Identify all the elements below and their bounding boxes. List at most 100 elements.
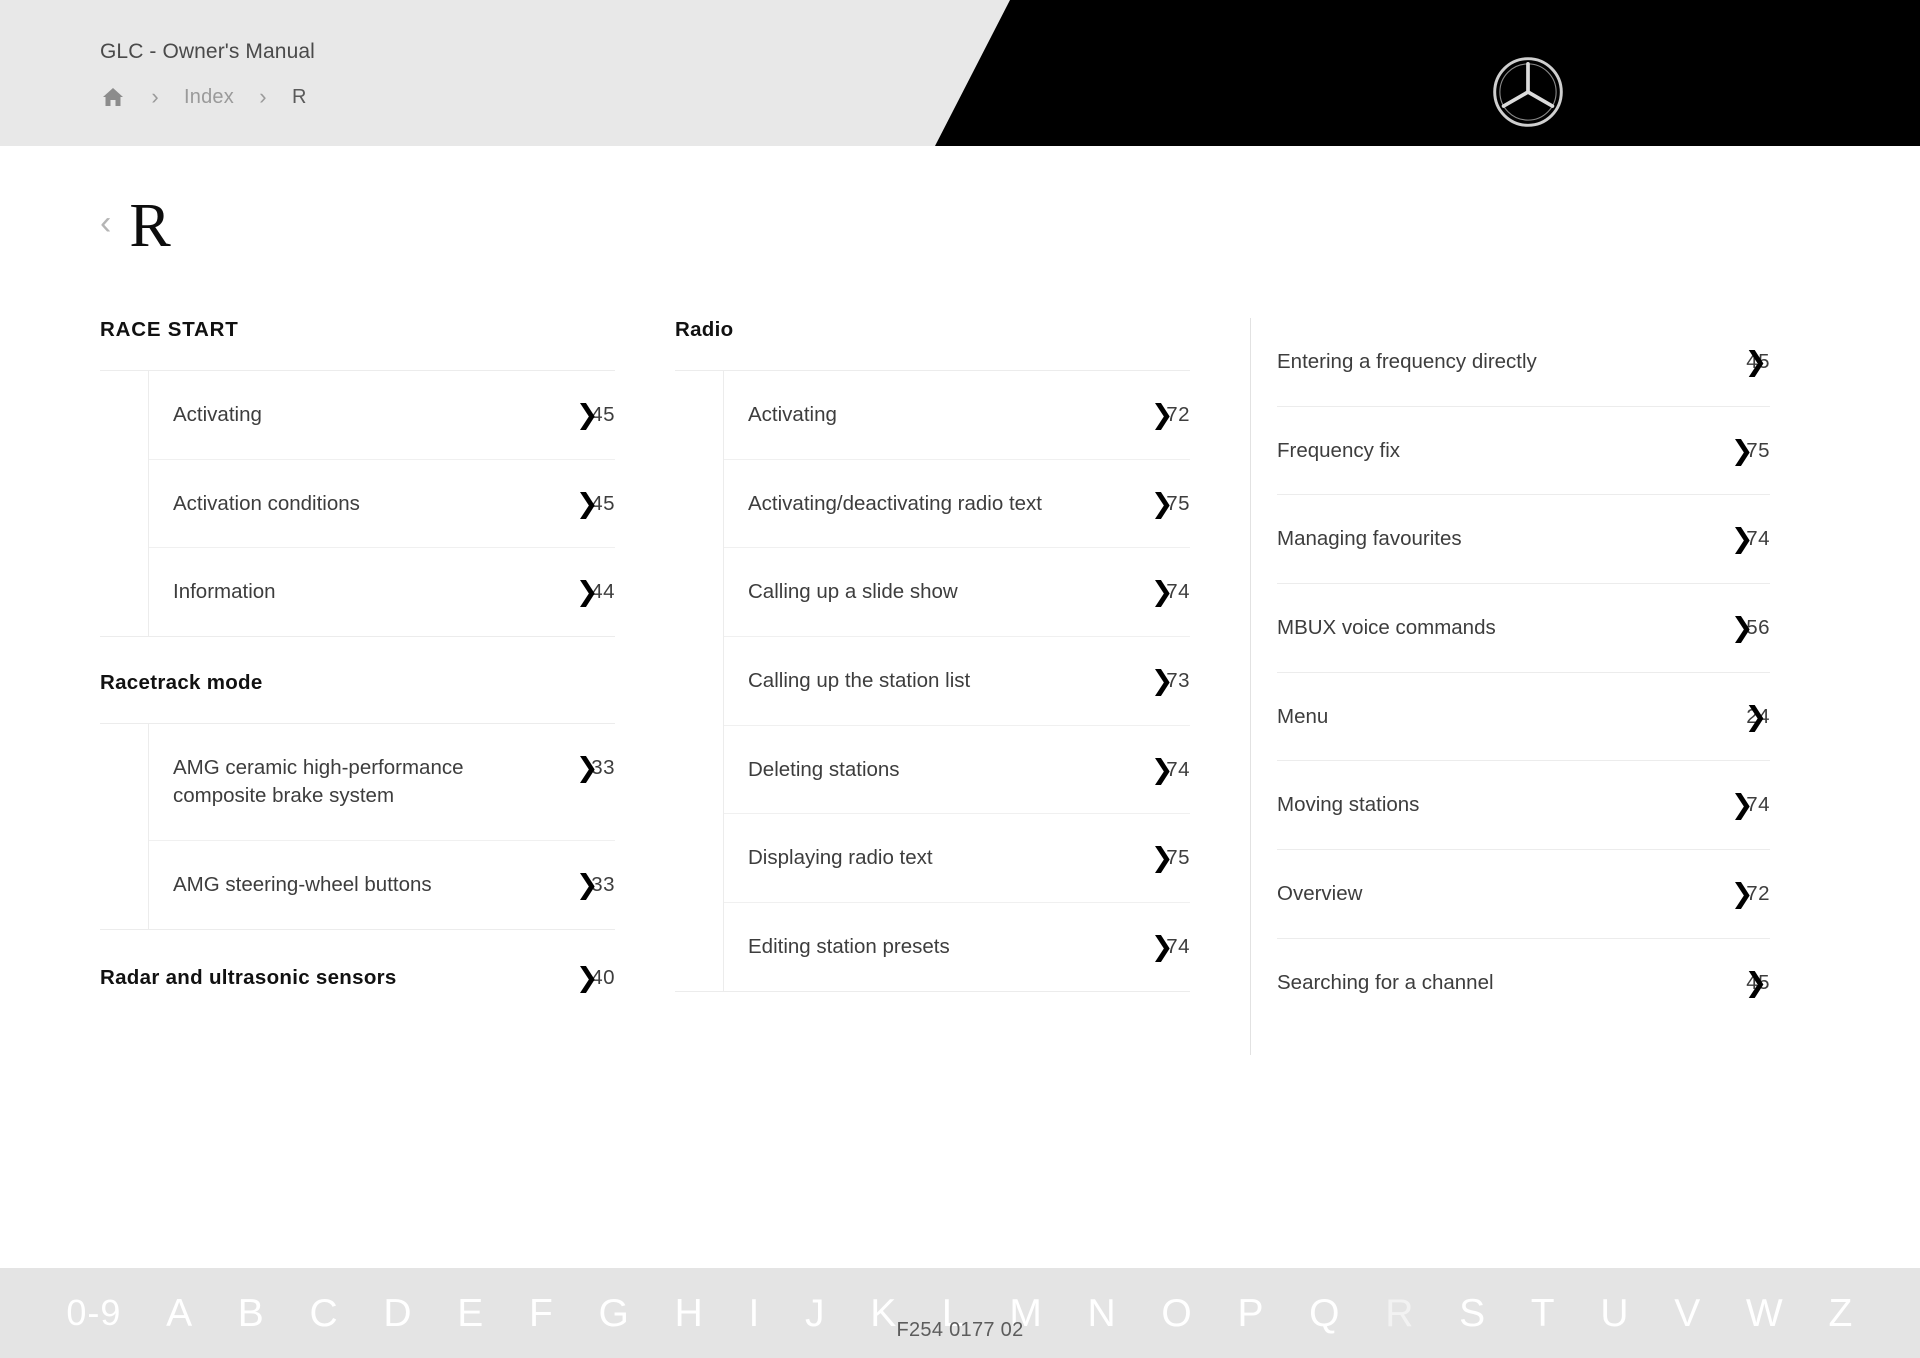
index-entry[interactable]: Managing favourites 74 ❯	[1277, 495, 1770, 585]
page-reference[interactable]: 40 ❯	[563, 964, 615, 992]
index-entry[interactable]: Activating/deactivating radio text 75 ❯	[724, 460, 1190, 549]
alphabet-nav-item-a[interactable]: A	[166, 1294, 193, 1333]
index-group-title[interactable]: Racetrack mode	[100, 671, 615, 723]
alphabet-nav-item-w[interactable]: W	[1746, 1294, 1784, 1333]
alphabet-nav-item-o[interactable]: O	[1161, 1294, 1192, 1333]
page-reference[interactable]: 33 ❯	[563, 754, 615, 782]
index-group-title[interactable]: Radio	[675, 318, 1190, 370]
page-reference[interactable]: 33 ❯	[563, 871, 615, 899]
index-column-3: Entering a frequency directly 45 ❯ Frequenc…	[1250, 318, 1825, 1055]
alphabet-nav-item-t[interactable]: T	[1531, 1294, 1556, 1333]
page-reference[interactable]: 74 ❯	[1718, 525, 1770, 553]
page-reference[interactable]: 75 ❯	[1138, 490, 1190, 518]
header-black-panel	[935, 0, 1920, 146]
page-reference[interactable]: 44 ❯	[563, 578, 615, 606]
manual-title: GLC - Owner's Manual	[100, 40, 315, 63]
alphabet-nav-item-09[interactable]: 0-9	[66, 1295, 121, 1331]
index-entry[interactable]: Information 44 ❯	[149, 548, 615, 636]
index-entry-label: Frequency fix	[1277, 438, 1401, 462]
home-icon[interactable]	[100, 84, 126, 110]
alphabet-nav-item-i[interactable]: I	[748, 1294, 760, 1333]
chevron-right-icon: ❯	[575, 488, 599, 519]
alphabet-nav-item-c[interactable]: C	[310, 1294, 339, 1333]
chevron-right-icon: ❯	[1730, 789, 1754, 821]
index-entry-label: Overview	[1277, 882, 1363, 906]
alphabet-nav-bar[interactable]: 0-9 A B C D E F G H I J K L M N O P Q R S T U V W Z	[0, 1268, 1920, 1358]
index-entry[interactable]: Deleting stations 74 ❯	[724, 726, 1190, 815]
page-reference[interactable]: 24 ❯	[1740, 703, 1770, 731]
alphabet-nav-item-z[interactable]: Z	[1828, 1294, 1853, 1333]
page-reference[interactable]: 74 ❯	[1138, 933, 1190, 961]
index-entry-label: Calling up the station list	[748, 669, 971, 693]
breadcrumb: › Index › R	[100, 80, 307, 114]
index-entry[interactable]: Moving stations 74 ❯	[1277, 761, 1770, 851]
alphabet-nav-item-h[interactable]: H	[675, 1294, 704, 1333]
alphabet-nav-item-n[interactable]: N	[1088, 1294, 1117, 1333]
breadcrumb-separator-2: ›	[259, 84, 267, 109]
index-entry[interactable]: Searching for a channel 45 ❯	[1277, 939, 1770, 1027]
index-entry[interactable]: Activation conditions 45 ❯	[149, 460, 615, 549]
index-entry[interactable]: MBUX voice commands 56 ❯	[1277, 584, 1770, 673]
alphabet-nav-item-q[interactable]: Q	[1309, 1294, 1340, 1333]
chevron-right-icon: ❯	[1150, 842, 1174, 874]
chevron-right-icon: ❯	[1744, 701, 1768, 733]
alphabet-nav-item-v[interactable]: V	[1674, 1294, 1701, 1333]
index-entry[interactable]: AMG steering-wheel buttons 33 ❯	[149, 841, 615, 929]
alphabet-nav-item-p[interactable]: P	[1237, 1294, 1264, 1333]
index-entry[interactable]: Displaying radio text 75 ❯	[724, 814, 1190, 904]
index-entry[interactable]: Menu 24 ❯	[1277, 673, 1770, 762]
page-reference[interactable]: 75 ❯	[1718, 437, 1770, 465]
index-columns: RACE START Activating 45 ❯ Activation condit…	[100, 318, 1825, 1055]
index-entry[interactable]: Frequency fix 75 ❯	[1277, 407, 1770, 496]
page-reference[interactable]: 45 ❯	[1740, 348, 1770, 376]
page-reference[interactable]: 72 ❯	[1718, 880, 1770, 908]
index-entry[interactable]: Activating 72 ❯	[724, 371, 1190, 460]
index-sublist-inner: Activating 72 ❯ Activating/deactivating rad…	[723, 371, 1190, 992]
page-reference[interactable]: 74 ❯	[1718, 791, 1770, 819]
page-reference[interactable]: 73 ❯	[1138, 667, 1190, 695]
index-entry-label: Moving stations	[1277, 793, 1420, 817]
page-reference[interactable]: 45 ❯	[563, 490, 615, 518]
chevron-right-icon: ❯	[575, 752, 599, 784]
page-reference[interactable]: 56 ❯	[1718, 614, 1770, 642]
page-reference[interactable]: 45 ❯	[563, 401, 615, 429]
alphabet-nav-item-f[interactable]: F	[529, 1294, 554, 1333]
chevron-right-icon: ❯	[1730, 878, 1754, 910]
index-entry[interactable]: Calling up the station list 73 ❯	[724, 637, 1190, 726]
breadcrumb-item-index[interactable]: Index	[184, 86, 234, 109]
alphabet-nav-item-g[interactable]: G	[599, 1294, 630, 1333]
alphabet-nav-item-b[interactable]: B	[238, 1294, 265, 1333]
alphabet-nav-item-k[interactable]: K	[870, 1294, 897, 1333]
alphabet-nav-item-s[interactable]: S	[1459, 1294, 1486, 1333]
chevron-right-icon: ❯	[1150, 931, 1174, 963]
back-chevron-icon[interactable]: ‹	[100, 206, 111, 240]
page-reference[interactable]: 45 ❯	[1740, 969, 1770, 997]
alphabet-nav-item-u[interactable]: U	[1600, 1294, 1629, 1333]
alphabet-nav-item-r[interactable]: R	[1385, 1294, 1414, 1333]
index-entry[interactable]: AMG ceramic high-performance composite b…	[149, 724, 615, 841]
chevron-right-icon: ❯	[1150, 488, 1174, 519]
page-reference[interactable]: 74 ❯	[1138, 756, 1190, 784]
index-entry[interactable]: Calling up a slide show 74 ❯	[724, 548, 1190, 638]
alphabet-nav-item-d[interactable]: D	[383, 1294, 412, 1333]
chevron-right-icon: ❯	[1150, 754, 1174, 786]
alphabet-nav-item-e[interactable]: E	[457, 1294, 484, 1333]
page-reference[interactable]: 75 ❯	[1138, 844, 1190, 872]
chevron-right-icon: ❯	[1744, 967, 1768, 999]
alphabet-nav-item-j[interactable]: J	[805, 1294, 826, 1333]
chevron-right-icon: ❯	[1150, 665, 1174, 697]
index-sublist: Activating 45 ❯ Activation conditions 45 ❯ Inf…	[100, 370, 615, 638]
page-title-row: ‹ R	[100, 195, 171, 257]
chevron-right-icon: ❯	[575, 576, 599, 608]
breadcrumb-separator-1: ›	[151, 84, 159, 109]
index-entry[interactable]: Activating 45 ❯	[149, 371, 615, 460]
page-reference[interactable]: 74 ❯	[1138, 578, 1190, 606]
index-group-row[interactable]: Radar and ultrasonic sensors 40 ❯	[100, 964, 615, 1020]
page-reference[interactable]: 72 ❯	[1138, 401, 1190, 429]
index-entry[interactable]: Entering a frequency directly 45 ❯	[1277, 318, 1770, 407]
index-entry[interactable]: Overview 72 ❯	[1277, 850, 1770, 939]
chevron-right-icon: ❯	[575, 869, 599, 901]
index-group-title[interactable]: RACE START	[100, 318, 615, 370]
index-entry-label: Menu	[1277, 704, 1329, 728]
index-entry[interactable]: Editing station presets 74 ❯	[724, 903, 1190, 991]
